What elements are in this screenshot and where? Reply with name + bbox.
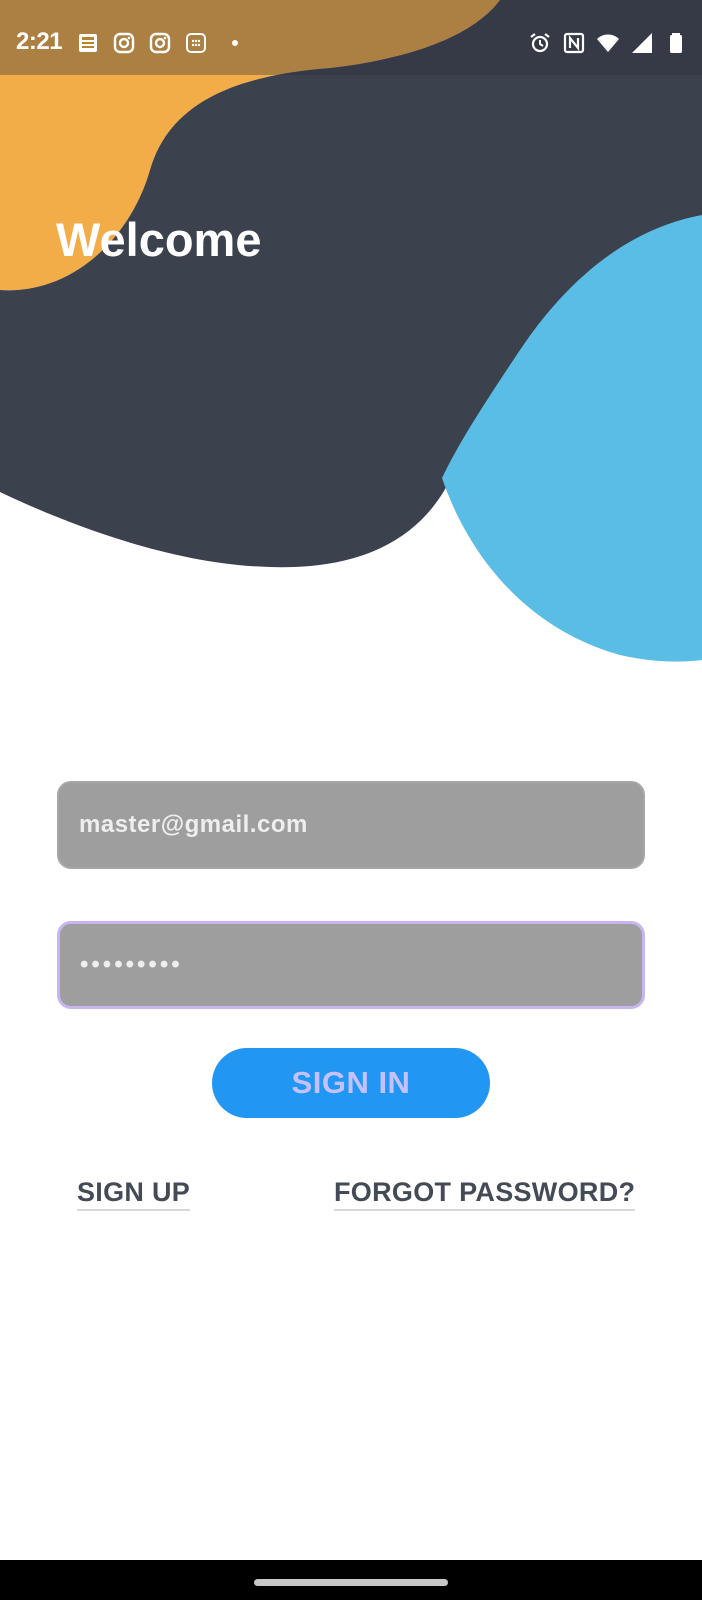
instagram-icon: [149, 32, 171, 54]
password-field[interactable]: [57, 921, 645, 1009]
instagram-icon: [113, 32, 135, 54]
alarm-icon: [530, 33, 550, 53]
sign-in-button[interactable]: SIGN IN: [212, 1048, 490, 1118]
email-field[interactable]: [57, 781, 645, 869]
sign-up-link[interactable]: SIGN UP: [77, 1177, 191, 1211]
login-screen: 2:21 Welcome master@gmail.com ••••••••• …: [0, 0, 702, 1600]
status-right-icons: [528, 31, 688, 55]
calculator-icon: [186, 33, 206, 53]
page-title: Welcome: [56, 213, 262, 266]
navigation-bar: [0, 1560, 702, 1600]
signal-icon: [632, 33, 652, 53]
news-icon: [79, 34, 97, 52]
forgot-password-link[interactable]: FORGOT PASSWORD?: [334, 1177, 636, 1211]
nfc-icon: [563, 32, 585, 54]
wifi-icon: [597, 34, 619, 52]
background-blobs: [0, 0, 702, 662]
status-left-icons: [76, 31, 238, 55]
status-bar: 2:21: [0, 0, 702, 75]
status-time: 2:21: [16, 28, 63, 55]
notification-dot-icon: [232, 40, 238, 46]
battery-icon: [670, 33, 682, 53]
home-gesture-handle[interactable]: [254, 1579, 448, 1586]
